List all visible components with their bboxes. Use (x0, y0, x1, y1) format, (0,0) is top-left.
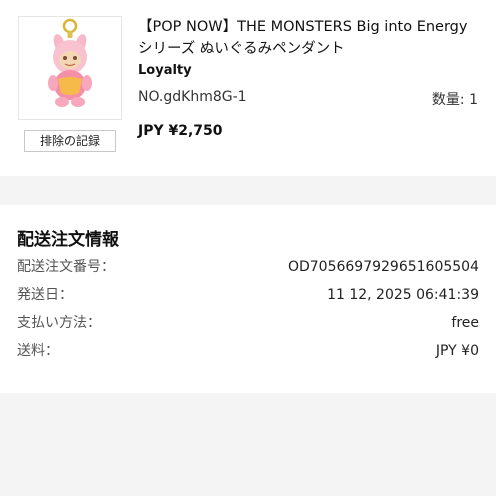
delivery-info-title: 配送注文情報 (17, 230, 119, 250)
order-number-row: 配送注文番号： OD7056697929651605504 (17, 256, 479, 278)
payment-method-label: 支払い方法： (17, 315, 101, 331)
shipping-fee-row: 送料： JPY ¥0 (17, 340, 479, 362)
ship-date-value: 11 12, 2025 06:41:39 (327, 287, 479, 303)
product-sku: NO.gdKhm8G-1 (138, 89, 247, 105)
product-title-line1: 【POP NOW】THE MONSTERS Big into Energy (138, 19, 468, 35)
product-quantity: 数量: 1 (431, 92, 478, 108)
product-title[interactable]: 【POP NOW】THE MONSTERS Big into Energy シリ… (138, 16, 483, 60)
product-price: JPY ¥2,750 (138, 123, 223, 139)
ship-date-row: 発送日： 11 12, 2025 06:41:39 (17, 284, 479, 306)
shipping-fee-value: JPY ¥0 (435, 343, 479, 359)
ship-date-label: 発送日： (17, 287, 73, 303)
product-brand: Loyalty (138, 63, 192, 78)
remove-record-button[interactable]: 排除の記録 (24, 130, 116, 152)
payment-method-row: 支払い方法： free (17, 312, 479, 334)
order-item-card: 排除の記録 【POP NOW】THE MONSTERS Big into Ene… (0, 0, 496, 176)
shipping-fee-label: 送料： (17, 343, 59, 359)
product-title-line2: シリーズ ぬいぐるみペンダント (138, 41, 345, 57)
order-number-value: OD7056697929651605504 (287, 259, 479, 275)
delivery-info-section: 配送注文情報 配送注文番号： OD7056697929651605504 発送日… (0, 205, 496, 393)
order-number-label: 配送注文番号： (17, 259, 115, 275)
product-image[interactable] (18, 16, 122, 120)
plush-keychain-icon (48, 18, 92, 107)
payment-method-value: free (451, 315, 479, 331)
